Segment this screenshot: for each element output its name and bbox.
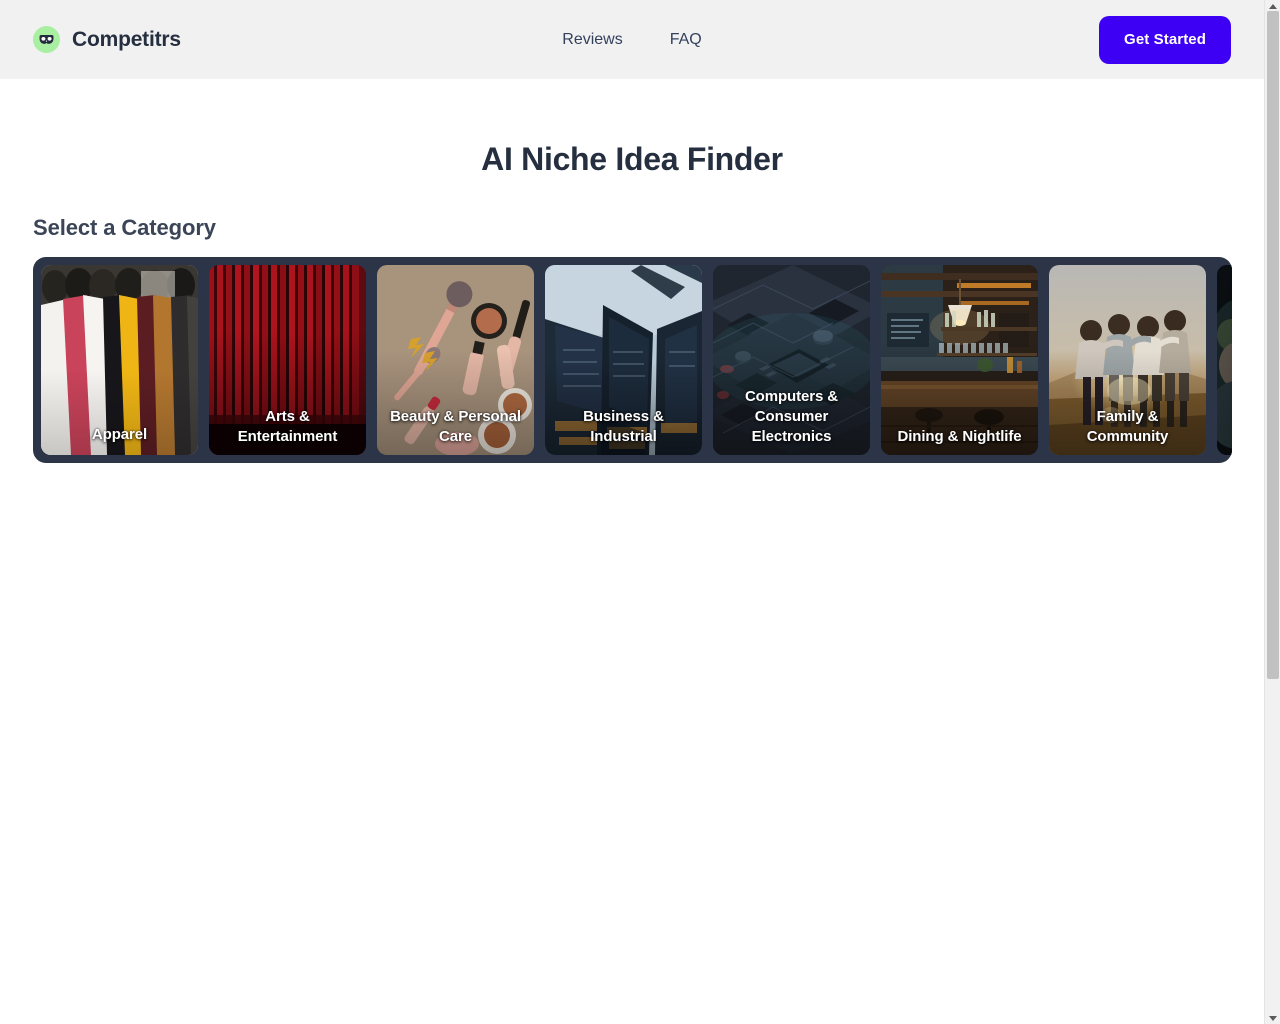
section-heading-select-category: Select a Category	[33, 215, 216, 240]
nav-link-reviews[interactable]: Reviews	[562, 31, 622, 49]
chevron-down-icon[interactable]	[1265, 1012, 1280, 1024]
page-viewport: Competitrs Reviews FAQ Get Started AI Ni…	[0, 0, 1264, 1024]
nav-link-faq[interactable]: FAQ	[670, 31, 702, 49]
category-card-computers-consumer-electronics[interactable]: Computers & Consumer Electronics	[713, 265, 870, 455]
category-card-label: Family & Community	[1086, 408, 1169, 445]
category-card-dining-nightlife[interactable]: Dining & Nightlife	[881, 265, 1038, 455]
category-card-beauty-personal-care[interactable]: Beauty & Personal Care	[377, 265, 534, 455]
category-card-arts-entertainment[interactable]: Arts & Entertainment	[209, 265, 366, 455]
page-scrollbar[interactable]	[1264, 0, 1280, 1024]
category-card-business-industrial[interactable]: Business & Industrial	[545, 265, 702, 455]
category-card-label: Business & Industrial	[583, 408, 664, 445]
category-card-label: Dining & Nightlife	[897, 428, 1022, 445]
get-started-button[interactable]: Get Started	[1099, 15, 1231, 64]
next-card-peek-image	[1217, 265, 1232, 455]
category-card-label: Beauty & Personal Care	[390, 408, 521, 445]
main-nav: Reviews FAQ	[562, 31, 701, 49]
scrollbar-thumb[interactable]	[1267, 11, 1279, 679]
category-carousel-track: Apparel Arts & Entertainment Beauty & Pe…	[41, 265, 1232, 455]
page-title: AI Niche Idea Finder	[481, 141, 783, 177]
category-card-family-community[interactable]: Family & Community	[1049, 265, 1206, 455]
category-card-label: Computers & Consumer Electronics	[744, 388, 839, 445]
site-header: Competitrs Reviews FAQ Get Started	[0, 0, 1264, 79]
mask-logo-icon	[33, 26, 60, 53]
category-card-label: Arts & Entertainment	[237, 408, 338, 445]
category-carousel[interactable]: Apparel Arts & Entertainment Beauty & Pe…	[33, 257, 1232, 463]
category-card-next-peek[interactable]	[1217, 265, 1232, 455]
main-content: AI Niche Idea Finder Select a Category A…	[0, 79, 1264, 463]
category-card-apparel[interactable]: Apparel	[41, 265, 198, 455]
brand-name: Competitrs	[72, 27, 181, 51]
category-card-label: Apparel	[91, 426, 148, 443]
brand-logo-link[interactable]: Competitrs	[33, 26, 181, 53]
